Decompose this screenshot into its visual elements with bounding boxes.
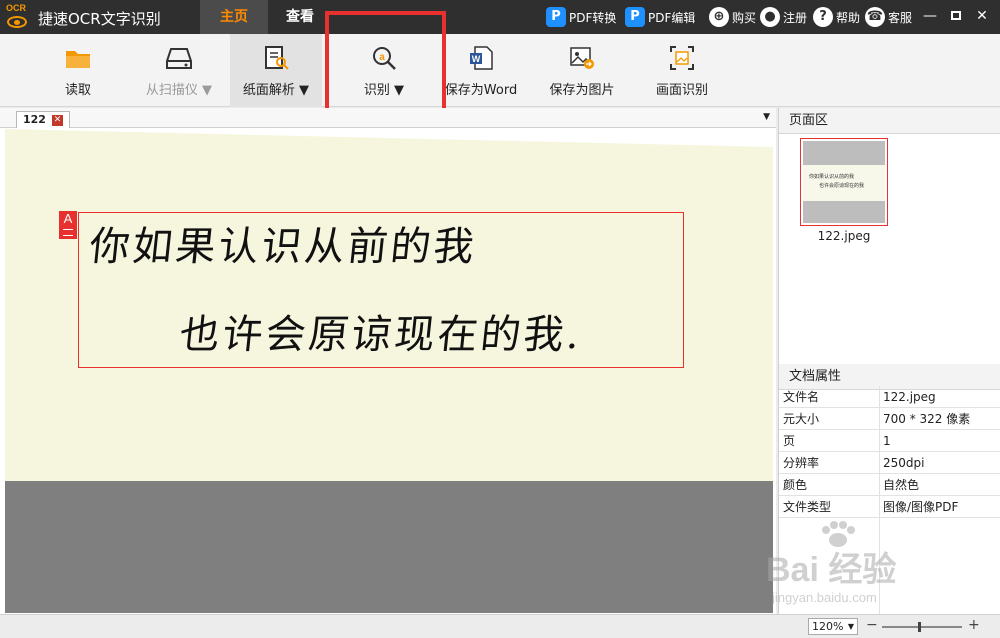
scanner-label: 从扫描仪 ▼ xyxy=(145,83,213,98)
property-value: 250dpi xyxy=(883,456,925,470)
property-row: 分辨率 250dpi xyxy=(779,452,1000,474)
scanner-button[interactable]: 从扫描仪 ▼ xyxy=(132,34,226,107)
watermark-main: Bai 经验 xyxy=(766,551,897,589)
property-value: 700 * 322 像素 xyxy=(883,412,971,426)
property-value: 自然色 xyxy=(883,478,920,492)
save-word-button[interactable]: W 保存为Word xyxy=(438,34,524,107)
cart-icon: ⊕ xyxy=(709,7,729,27)
property-key: 元大小 xyxy=(783,412,820,426)
property-key: 颜色 xyxy=(783,478,808,492)
read-button[interactable]: 读取 xyxy=(38,34,118,107)
zoom-select[interactable]: 120% ▼ xyxy=(808,618,858,635)
image-canvas[interactable]: 你如果认识从前的我 也许会原谅现在的我. A xyxy=(5,129,773,613)
document-tab[interactable]: 122 ✕ xyxy=(16,111,70,128)
ribbon-toolbar: 读取 从扫描仪 ▼ 纸面解析 ▼ a 识别 ▼ W 保存为Word 保存为图片 … xyxy=(0,34,1000,107)
maximize-icon[interactable] xyxy=(948,8,964,24)
text-region-icon[interactable]: A xyxy=(59,211,77,239)
user-icon: ● xyxy=(760,7,780,27)
pdf-convert-icon: P xyxy=(546,7,566,27)
property-row: 页 1 xyxy=(779,430,1000,452)
buy-link[interactable]: ⊕ 购买 xyxy=(709,7,756,27)
property-row: 文件类型 图像/图像PDF xyxy=(779,496,1000,518)
zoom-dropdown-icon: ▼ xyxy=(847,622,854,631)
minimize-icon[interactable]: — xyxy=(922,8,938,24)
property-value: 122.jpeg xyxy=(883,390,936,404)
zoom-slider-handle[interactable] xyxy=(918,622,921,632)
pages-header: 页面区 xyxy=(779,108,1000,134)
register-link[interactable]: ● 注册 xyxy=(760,7,807,27)
close-icon[interactable]: ✕ xyxy=(974,8,990,24)
document-tab-label: 122 xyxy=(23,113,46,126)
zoom-out-button[interactable]: − xyxy=(866,617,878,633)
pdf-edit-label: PDF编辑 xyxy=(648,10,696,25)
svg-text:W: W xyxy=(472,54,481,64)
pdf-edit-link[interactable]: P PDF编辑 xyxy=(625,7,695,27)
parse-label: 纸面解析 ▼ xyxy=(242,83,310,98)
property-row: 文件名 122.jpeg xyxy=(779,386,1000,408)
service-link[interactable]: ☎ 客服 xyxy=(865,7,912,27)
baidu-watermark: Bai 经验 jingyan.baidu.com xyxy=(760,520,970,610)
buy-label: 购买 xyxy=(732,10,757,25)
watermark-url: jingyan.baidu.com xyxy=(772,590,877,605)
tab-home[interactable]: 主页 xyxy=(200,0,268,34)
help-icon: ? xyxy=(813,7,833,27)
help-label: 帮助 xyxy=(836,10,861,25)
property-value: 图像/图像PDF xyxy=(883,500,959,514)
read-label: 读取 xyxy=(64,83,91,98)
tab-list-dropdown-icon[interactable]: ▼ xyxy=(763,112,770,122)
app-title: 捷速OCR文字识别 xyxy=(38,10,161,28)
thumb-text-1: 你如果认识从前的我 xyxy=(809,174,855,180)
scanned-image: 你如果认识从前的我 也许会原谅现在的我. A xyxy=(5,129,773,481)
screen-capture-icon xyxy=(670,46,694,70)
thumb-text-2: 也许会原谅现在的我 xyxy=(819,183,865,189)
save-image-button[interactable]: 保存为图片 xyxy=(544,34,620,107)
page-thumbnail[interactable]: 你如果认识从前的我 也许会原谅现在的我 xyxy=(800,138,888,226)
zoom-slider[interactable] xyxy=(882,622,962,632)
tab-view[interactable]: 查看 xyxy=(268,0,332,34)
register-label: 注册 xyxy=(783,10,808,25)
property-key: 文件类型 xyxy=(783,500,832,514)
pdf-convert-label: PDF转换 xyxy=(569,10,617,25)
paper-edge xyxy=(5,129,773,153)
document-tab-bar: 122 ✕ ▼ xyxy=(0,108,776,128)
status-bar: 120% ▼ − + xyxy=(0,614,1000,638)
property-row: 元大小 700 * 322 像素 xyxy=(779,408,1000,430)
property-row: 颜色 自然色 xyxy=(779,474,1000,496)
folder-icon xyxy=(66,51,90,68)
tab-close-icon[interactable]: ✕ xyxy=(51,114,63,126)
zoom-value: 120% xyxy=(812,620,844,633)
save-image-label: 保存为图片 xyxy=(549,83,615,98)
property-key: 文件名 xyxy=(783,390,820,404)
property-key: 分辨率 xyxy=(783,456,820,470)
service-label: 客服 xyxy=(888,10,913,25)
help-link[interactable]: ? 帮助 xyxy=(813,7,860,27)
pdf-convert-link[interactable]: P PDF转换 xyxy=(546,7,616,27)
scanner-icon xyxy=(166,48,192,69)
image-save-icon xyxy=(570,47,594,69)
screen-recognize-label: 画面识别 xyxy=(655,83,708,98)
save-word-label: 保存为Word xyxy=(444,83,518,98)
zoom-in-button[interactable]: + xyxy=(968,617,980,633)
parse-button[interactable]: 纸面解析 ▼ xyxy=(230,34,322,107)
recognition-region-box[interactable] xyxy=(78,212,684,368)
document-search-icon xyxy=(265,46,289,70)
logo-text: OCR xyxy=(6,3,26,13)
title-bar: OCR 捷速OCR文字识别 主页 查看 P PDF转换 P PDF编辑 ⊕ 购买… xyxy=(0,0,1000,34)
region-tag-label: A xyxy=(63,211,73,226)
phone-icon: ☎ xyxy=(865,7,885,27)
app-logo-icon: OCR xyxy=(5,3,31,31)
thumbnail-label: 122.jpeg xyxy=(817,229,871,243)
pdf-edit-icon: P xyxy=(625,7,645,27)
property-value: 1 xyxy=(883,434,891,448)
word-icon: W xyxy=(470,46,493,70)
screen-recognize-button[interactable]: 画面识别 xyxy=(640,34,724,107)
property-key: 页 xyxy=(783,434,796,448)
document-pane: 122 ✕ ▼ 你如果认识从前的我 也许会原谅现在的我. A xyxy=(0,108,776,614)
